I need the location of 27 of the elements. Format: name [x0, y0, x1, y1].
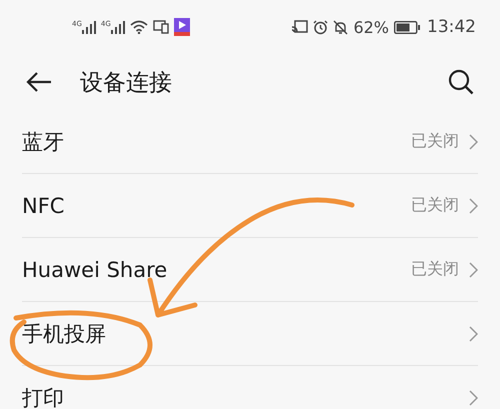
battery-icon [394, 20, 420, 34]
settings-row[interactable]: 打印 [22, 366, 478, 409]
chevron-icon [469, 390, 478, 406]
status-text: 已关闭 [411, 259, 459, 280]
muted-bell-icon [333, 20, 348, 34]
wifi-icon [130, 20, 148, 34]
devices-icon [152, 20, 169, 34]
settings-row[interactable]: 手机投屏 [22, 302, 478, 366]
chevron-icon [469, 326, 478, 342]
chevron-icon [469, 134, 478, 150]
chevron-icon [469, 198, 478, 214]
battery-percent: 62% [353, 18, 389, 36]
page-title: 设备连接 [80, 68, 173, 98]
search-icon[interactable] [448, 69, 474, 95]
back-arrow-icon[interactable] [26, 71, 52, 93]
chevron-icon [469, 262, 478, 278]
status-text: 已关闭 [411, 131, 459, 152]
status-text: 已关闭 [411, 195, 459, 216]
alarm-icon [313, 20, 328, 34]
signal-icon [110, 20, 125, 34]
clock: 13:42 [427, 17, 476, 37]
cast-icon [292, 20, 308, 34]
settings-row[interactable]: NFC 已关闭 [22, 174, 478, 238]
settings-row[interactable]: 蓝牙 已关闭 [22, 110, 478, 174]
signal-icon [82, 20, 96, 34]
app-icon [174, 18, 190, 36]
settings-row[interactable]: Huawei Share 已关闭 [22, 238, 478, 302]
